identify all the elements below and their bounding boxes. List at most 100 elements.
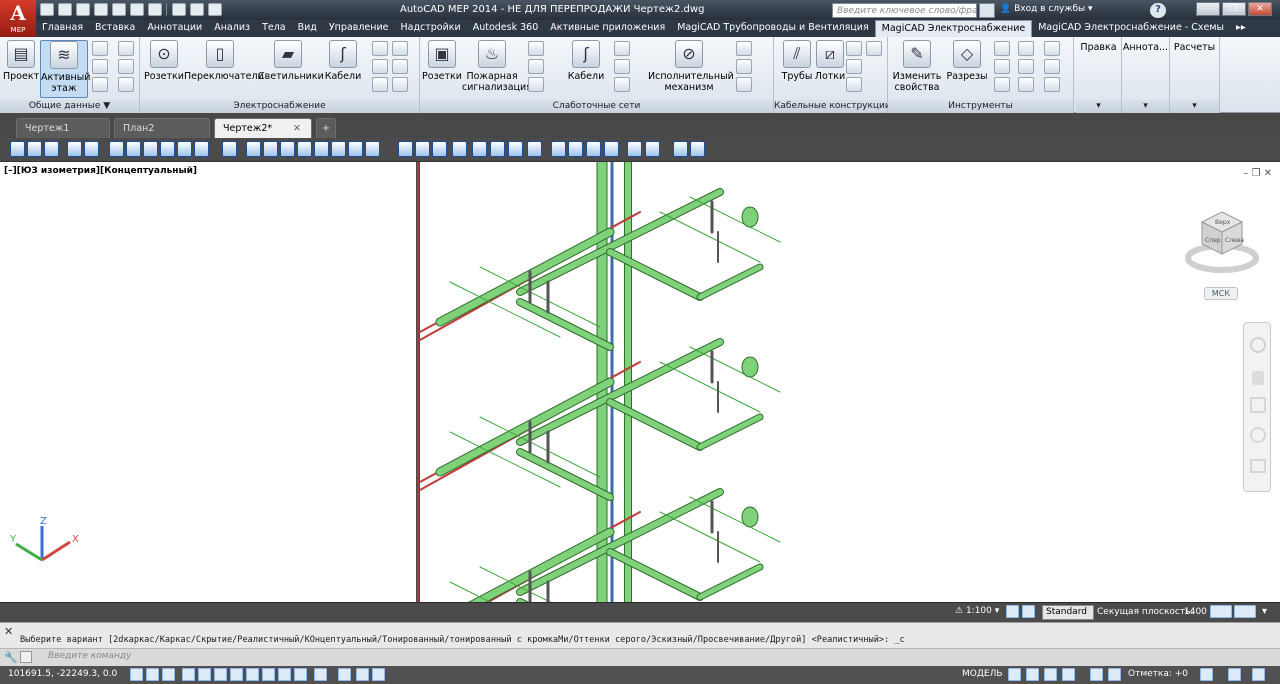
auto-scale-icon[interactable] (1022, 605, 1035, 618)
quick-view-drawings-icon[interactable] (1062, 668, 1075, 681)
model-space-toggle[interactable]: МОДЕЛЬ (962, 669, 1003, 679)
panel-calc[interactable]: Расчеты ▾ (1170, 37, 1220, 113)
tb-building-icon[interactable] (109, 141, 124, 157)
add-layer-icon[interactable] (92, 77, 108, 92)
3d-osnap-icon[interactable] (214, 668, 227, 681)
quick-view-icon[interactable] (1026, 668, 1039, 681)
plus-small-icon[interactable] (528, 77, 544, 92)
detector-icon[interactable] (528, 41, 544, 56)
plus-icon[interactable] (392, 77, 408, 92)
tb-db2-icon[interactable] (84, 141, 99, 157)
tb-project-icon[interactable] (27, 141, 42, 157)
tool-e-icon[interactable] (1018, 59, 1034, 74)
transparency-icon[interactable] (294, 668, 307, 681)
workspace-icon[interactable] (208, 3, 222, 16)
pan-hand-icon[interactable] (1252, 371, 1264, 385)
undo-icon[interactable] (130, 3, 144, 16)
quick-properties-icon[interactable] (314, 668, 327, 681)
section-options-icon[interactable] (1210, 605, 1232, 618)
project-button[interactable]: ▤ Проект (3, 40, 39, 82)
phone-icon[interactable] (614, 77, 630, 92)
tool-b-icon[interactable] (1018, 41, 1034, 56)
tb-grid-icon[interactable] (177, 141, 192, 157)
match-properties-icon[interactable] (172, 3, 186, 16)
tb-camera-icon[interactable] (432, 141, 447, 157)
green-run-e-2[interactable] (697, 564, 763, 600)
tb-stack-icon[interactable] (415, 141, 430, 157)
wrench-icon[interactable]: 🔧 (4, 651, 18, 664)
style-dropdown[interactable]: Standard ▾ (1042, 605, 1094, 630)
tab-home[interactable]: Главная (36, 20, 89, 37)
antenna-icon[interactable] (614, 59, 630, 74)
tb-db-icon[interactable] (67, 141, 82, 157)
doc-tab-drawing2[interactable]: Чертеж2* ✕ (214, 118, 312, 138)
status-menu-icon[interactable] (1252, 668, 1265, 681)
refresh-icon[interactable] (118, 41, 134, 56)
tool-f-icon[interactable] (1044, 59, 1060, 74)
green-run-d-0[interactable] (607, 249, 703, 300)
tb-measure-icon[interactable] (490, 141, 505, 157)
tb-room-icon[interactable] (143, 141, 158, 157)
switches-button[interactable]: ▯ Переключатели (184, 40, 264, 82)
green-run-d-2[interactable] (607, 549, 703, 600)
osnap-icon[interactable] (198, 668, 211, 681)
minimize-button[interactable]: – (1196, 2, 1220, 16)
pipe-elbow-0[interactable] (741, 206, 759, 228)
chevron-down-icon[interactable]: ▾ (1262, 606, 1267, 617)
quick-view-layouts-icon[interactable] (1044, 668, 1057, 681)
clean-screen-icon[interactable] (1228, 668, 1241, 681)
outline-d-2[interactable] (689, 496, 781, 543)
plot-icon[interactable] (112, 3, 126, 16)
tb-rect-icon[interactable] (160, 141, 175, 157)
selection-cycling-icon[interactable] (338, 668, 351, 681)
tab-magicad-schematics[interactable]: MagiCAD Электроснабжение - Схемы (1032, 20, 1230, 37)
junction-icon[interactable] (866, 41, 882, 56)
tb-zigzag-icon[interactable] (568, 141, 583, 157)
viewport-label[interactable]: [–][ЮЗ изометрия][Концептуальный] (4, 166, 197, 176)
green-run-b-1[interactable] (517, 339, 723, 445)
application-menu-button[interactable]: A MEP (0, 0, 36, 40)
alarm-bell-icon[interactable] (736, 41, 752, 56)
isolate-icon[interactable] (372, 668, 385, 681)
pipes-button[interactable]: ⫽ Трубы (780, 40, 814, 82)
grid-display-icon[interactable] (146, 668, 159, 681)
tb-level2-icon[interactable] (527, 141, 542, 157)
tab-magicad-pipes[interactable]: MagiCAD Трубопроводы и Вентиляция (671, 20, 874, 37)
dyn-input-icon[interactable] (262, 668, 275, 681)
tb-save-icon[interactable] (10, 141, 25, 157)
tb-layers-icon[interactable] (222, 141, 237, 157)
database-icon[interactable] (92, 59, 108, 74)
tab-overflow[interactable]: ▸▸ (1230, 20, 1252, 37)
tb-refresh-icon[interactable] (44, 141, 59, 157)
open-file-icon[interactable] (58, 3, 72, 16)
tool-g-icon[interactable] (994, 77, 1010, 92)
viewport-controls[interactable]: – ❐ ✕ (1243, 168, 1272, 179)
tab-autodesk360[interactable]: Autodesk 360 (467, 20, 545, 37)
tool-c-icon[interactable] (1044, 41, 1060, 56)
sections-button[interactable]: ◇ Разрезы (946, 40, 988, 82)
tb-folder-icon[interactable] (627, 141, 642, 157)
layout-icon[interactable] (1008, 668, 1021, 681)
orbit-icon[interactable] (1250, 427, 1266, 443)
tb-lines-icon[interactable] (263, 141, 278, 157)
tab-solids[interactable]: Тела (256, 20, 292, 37)
tab-view[interactable]: Вид (292, 20, 323, 37)
tb-wand2-icon[interactable] (348, 141, 363, 157)
new-tab-button[interactable]: + (316, 118, 336, 138)
change-properties-button[interactable]: ✎ Изменить свойства (890, 40, 944, 93)
search-icon[interactable] (979, 3, 995, 18)
lightbulb-icon[interactable] (1234, 605, 1256, 618)
pipe-elbow-2[interactable] (741, 506, 759, 528)
close-command-icon[interactable]: ✕ (4, 625, 13, 638)
search-input[interactable]: Введите ключевое слово/фразу (832, 3, 977, 18)
save-as-icon[interactable] (94, 3, 108, 16)
save-icon[interactable] (76, 3, 90, 16)
command-input[interactable]: Введите команду (48, 651, 131, 661)
tv-icon[interactable] (614, 41, 630, 56)
power-cables-button[interactable]: ʃ Кабели (324, 40, 362, 82)
tb-axis-icon[interactable] (194, 141, 209, 157)
lowcurrent-sockets-button[interactable]: ▣ Розетки (422, 40, 462, 82)
lights-button[interactable]: ▰ Светильники (258, 40, 324, 82)
annotation-visibility-icon[interactable] (1006, 605, 1019, 618)
zoom-icon[interactable] (1250, 397, 1266, 413)
